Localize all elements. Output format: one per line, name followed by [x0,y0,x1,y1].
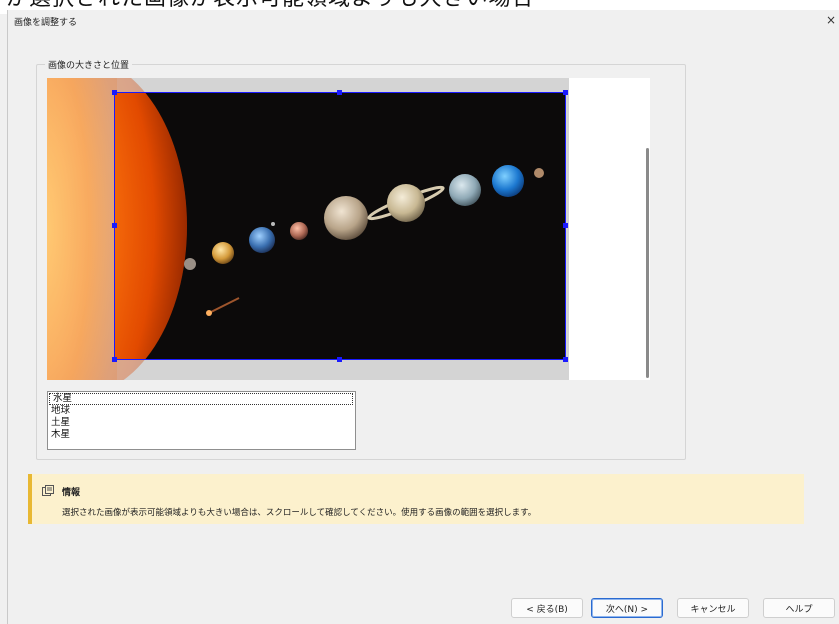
list-item[interactable]: 土星 [48,417,355,429]
info-panel: 情報 選択された画像が表示可能領域よりも大きい場合は、スクロールして確認してくだ… [28,474,804,524]
list-item[interactable]: 地球 [48,405,355,417]
preview-scrollbar[interactable] [646,148,649,378]
back-button[interactable]: < 戻る(B) [511,598,583,618]
resize-handle-bottom-right[interactable] [563,357,568,362]
info-panel-icon [42,485,54,496]
resize-handle-top[interactable] [337,90,342,95]
help-button[interactable]: ヘルプ [763,598,835,618]
resize-handle-right[interactable] [563,223,568,228]
adjust-image-dialog: 画像を調整する × 画像の大きさと位置 水星 地球 土星 木星 情報 選択された… [7,10,839,624]
cancel-button[interactable]: キャンセル [677,598,749,618]
resize-handle-bottom-left[interactable] [112,357,117,362]
resize-handle-top-left[interactable] [112,90,117,95]
image-size-position-group: 画像の大きさと位置 水星 地球 土星 木星 [36,58,686,460]
resize-handle-top-right[interactable] [563,90,568,95]
resize-handle-left[interactable] [112,223,117,228]
close-icon[interactable]: × [822,11,839,29]
info-message: 選択された画像が表示可能領域よりも大きい場合は、スクロールして確認してください。… [62,508,537,518]
list-item[interactable]: 水星 [49,393,353,405]
resize-handle-bottom[interactable] [337,357,342,362]
image-preview[interactable] [47,78,650,380]
title-bar: 画像を調整する × [8,10,839,30]
info-title: 情報 [62,488,81,498]
dialog-title: 画像を調整する [14,18,78,28]
list-item[interactable]: 木星 [48,429,355,441]
group-label: 画像の大きさと位置 [45,58,133,71]
planet-listbox[interactable]: 水星 地球 土星 木星 [47,391,356,450]
next-button[interactable]: 次へ(N) > [591,598,663,618]
solar-system-image [47,78,569,380]
